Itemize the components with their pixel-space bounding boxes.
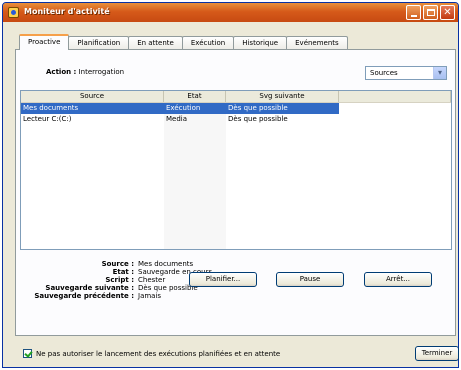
tab-evenements[interactable]: Evénements [286,36,348,50]
close-button[interactable]: ✕ [440,5,455,20]
minimize-button[interactable] [406,5,421,20]
detail-label: Sauvegarde précédente : [34,292,134,300]
planifier-button[interactable]: Planifier... [189,272,257,287]
action-value: Interrogation [78,68,125,76]
tab-planification[interactable]: Planification [68,36,130,50]
minimize-icon [411,15,417,17]
proactive-panel: Action : Interrogation Sources ▾ Source … [15,49,456,336]
close-icon: ✕ [443,7,452,18]
terminer-button[interactable]: Terminer [415,346,459,361]
detail-label: Sauvegarde suivante : [45,284,134,292]
no-scheduled-run-checkbox[interactable] [23,349,32,358]
action-label: Action : [46,68,77,76]
titlebar[interactable]: Moniteur d'activité ✕ [3,3,458,22]
cell-source: Mes documents [21,103,164,114]
no-scheduled-run-option: Ne pas autoriser le lancement des exécut… [23,349,280,358]
details-section: Source : Mes documents Etat : Sauvegarde… [28,260,212,300]
chevron-down-icon[interactable]: ▾ [433,67,446,79]
detail-row: Script : Chester [28,276,212,284]
detail-value: Jamais [138,292,162,300]
window-controls: ✕ [406,5,455,20]
detail-label: Source : [101,260,134,268]
table-header: Source Etat Svg suivante [21,91,451,103]
sources-dropdown[interactable]: Sources ▾ [365,66,447,80]
column-header-svg-suivante[interactable]: Svg suivante [226,91,339,102]
tab-historique[interactable]: Historique [233,36,288,50]
detail-row: Sauvegarde précédente : Jamais [28,292,212,300]
detail-value: Mes documents [138,260,194,268]
tab-bar: Proactive Planification En attente Exécu… [19,34,348,50]
cell-svg-suivante: Dès que possible [226,103,339,114]
detail-label: Script : [105,276,134,284]
column-header-filler [339,91,451,102]
table-row[interactable]: Lecteur C:(C:) Media Dès que possible [21,114,451,125]
cell-source: Lecteur C:(C:) [23,115,72,123]
sources-table: Source Etat Svg suivante Mes documents E… [20,90,452,250]
maximize-icon [427,9,435,16]
column-header-source[interactable]: Source [21,91,164,102]
detail-value: Chester [138,276,166,284]
cell-svg-suivante: Dès que possible [228,115,288,123]
detail-row: Source : Mes documents [28,260,212,268]
table-body: Mes documents Exécution Dès que possible… [21,103,451,249]
column-header-etat[interactable]: Etat [164,91,226,102]
maximize-button[interactable] [423,5,438,20]
tab-proactive[interactable]: Proactive [19,34,70,50]
tab-execution[interactable]: Exécution [181,36,235,50]
window-title: Moniteur d'activité [24,7,110,16]
cell-etat: Exécution [164,103,226,114]
pause-button[interactable]: Pause [276,272,344,287]
detail-label: Etat : [112,268,134,276]
activity-monitor-window: Moniteur d'activité ✕ Proactive Planific… [2,2,459,368]
arret-button[interactable]: Arrêt... [364,272,432,287]
no-scheduled-run-label[interactable]: Ne pas autoriser le lancement des exécut… [36,350,280,358]
table-row[interactable]: Mes documents Exécution Dès que possible [21,103,451,114]
sources-dropdown-value: Sources [370,69,398,77]
cell-etat: Media [166,115,188,123]
detail-row: Sauvegarde suivante : Dès que possible [28,284,212,292]
action-row: Action : Interrogation [46,68,124,76]
app-icon [8,7,19,18]
tab-en-attente[interactable]: En attente [128,36,183,50]
detail-row: Etat : Sauvegarde en cours [28,268,213,276]
